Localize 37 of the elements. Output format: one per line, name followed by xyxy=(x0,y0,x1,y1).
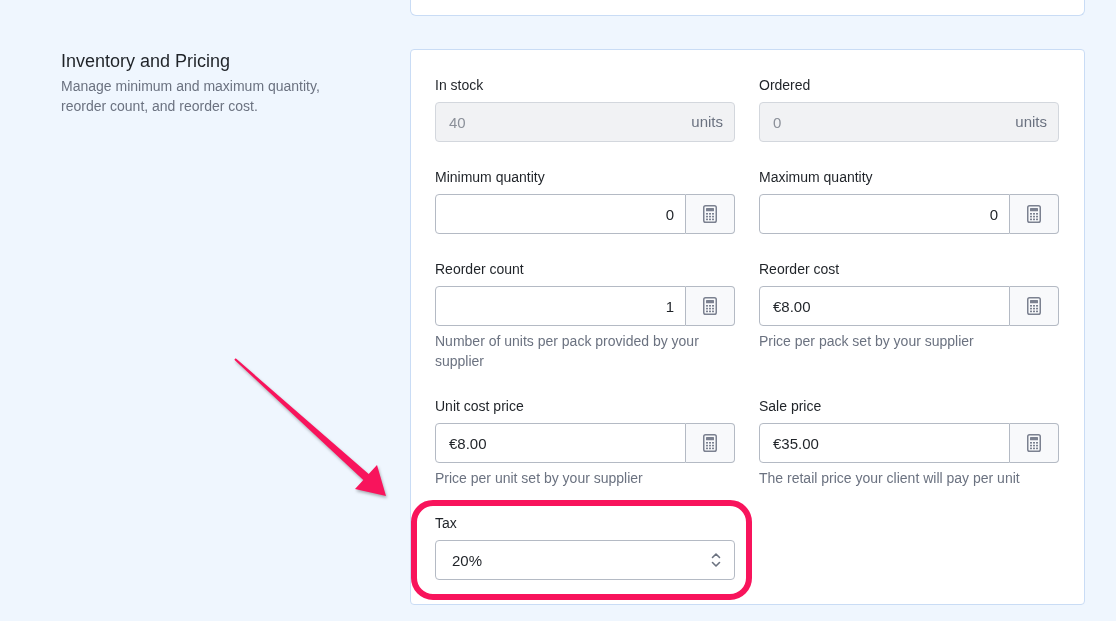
field-label: Minimum quantity xyxy=(435,168,545,186)
price-input[interactable]: €35.00 xyxy=(759,423,1010,463)
calculator-button[interactable] xyxy=(1010,286,1059,326)
help-text: Price per unit set by your supplier xyxy=(435,469,644,488)
help-text: Number of units per pack provided by your supplier xyxy=(435,332,700,371)
price-input[interactable]: €8.00 xyxy=(435,423,686,463)
calculator-button[interactable] xyxy=(1010,423,1059,463)
help-text: The retail price your client will pay per unit xyxy=(759,469,1021,488)
field-label: Tax xyxy=(435,514,457,532)
calculator-button[interactable] xyxy=(686,286,735,326)
field-label: Ordered xyxy=(759,76,811,94)
units-suffix: units xyxy=(691,113,723,131)
units-suffix: units xyxy=(1015,113,1047,131)
field-label: Sale price xyxy=(759,397,822,415)
calculator-button[interactable] xyxy=(686,423,735,463)
field-label: Unit cost price xyxy=(435,397,524,415)
calculator-button[interactable] xyxy=(686,194,735,234)
calculator-button[interactable] xyxy=(1010,194,1059,234)
help-text: Price per pack set by your supplier xyxy=(759,332,975,351)
number-input[interactable]: 0 xyxy=(435,194,686,234)
field-label: Maximum quantity xyxy=(759,168,873,186)
field-label: In stock xyxy=(435,76,484,94)
section-title: Inventory and Pricing xyxy=(61,50,231,72)
select-field[interactable]: 20% xyxy=(435,540,735,580)
price-input[interactable]: €8.00 xyxy=(759,286,1010,326)
chevron-up-down-icon xyxy=(711,552,721,568)
number-input[interactable]: 1 xyxy=(435,286,686,326)
calculator-icon xyxy=(1027,297,1041,315)
field-label: Reorder count xyxy=(435,260,524,278)
calculator-icon xyxy=(703,434,717,452)
calculator-icon xyxy=(1027,205,1041,223)
number-input[interactable]: 0 xyxy=(759,194,1010,234)
section-description: Manage minimum and maximum quantity, reorder count, and reorder cost. xyxy=(61,77,321,116)
calculator-icon xyxy=(703,205,717,223)
field-label: Reorder cost xyxy=(759,260,840,278)
calculator-icon xyxy=(703,297,717,315)
calculator-icon xyxy=(1027,434,1041,452)
